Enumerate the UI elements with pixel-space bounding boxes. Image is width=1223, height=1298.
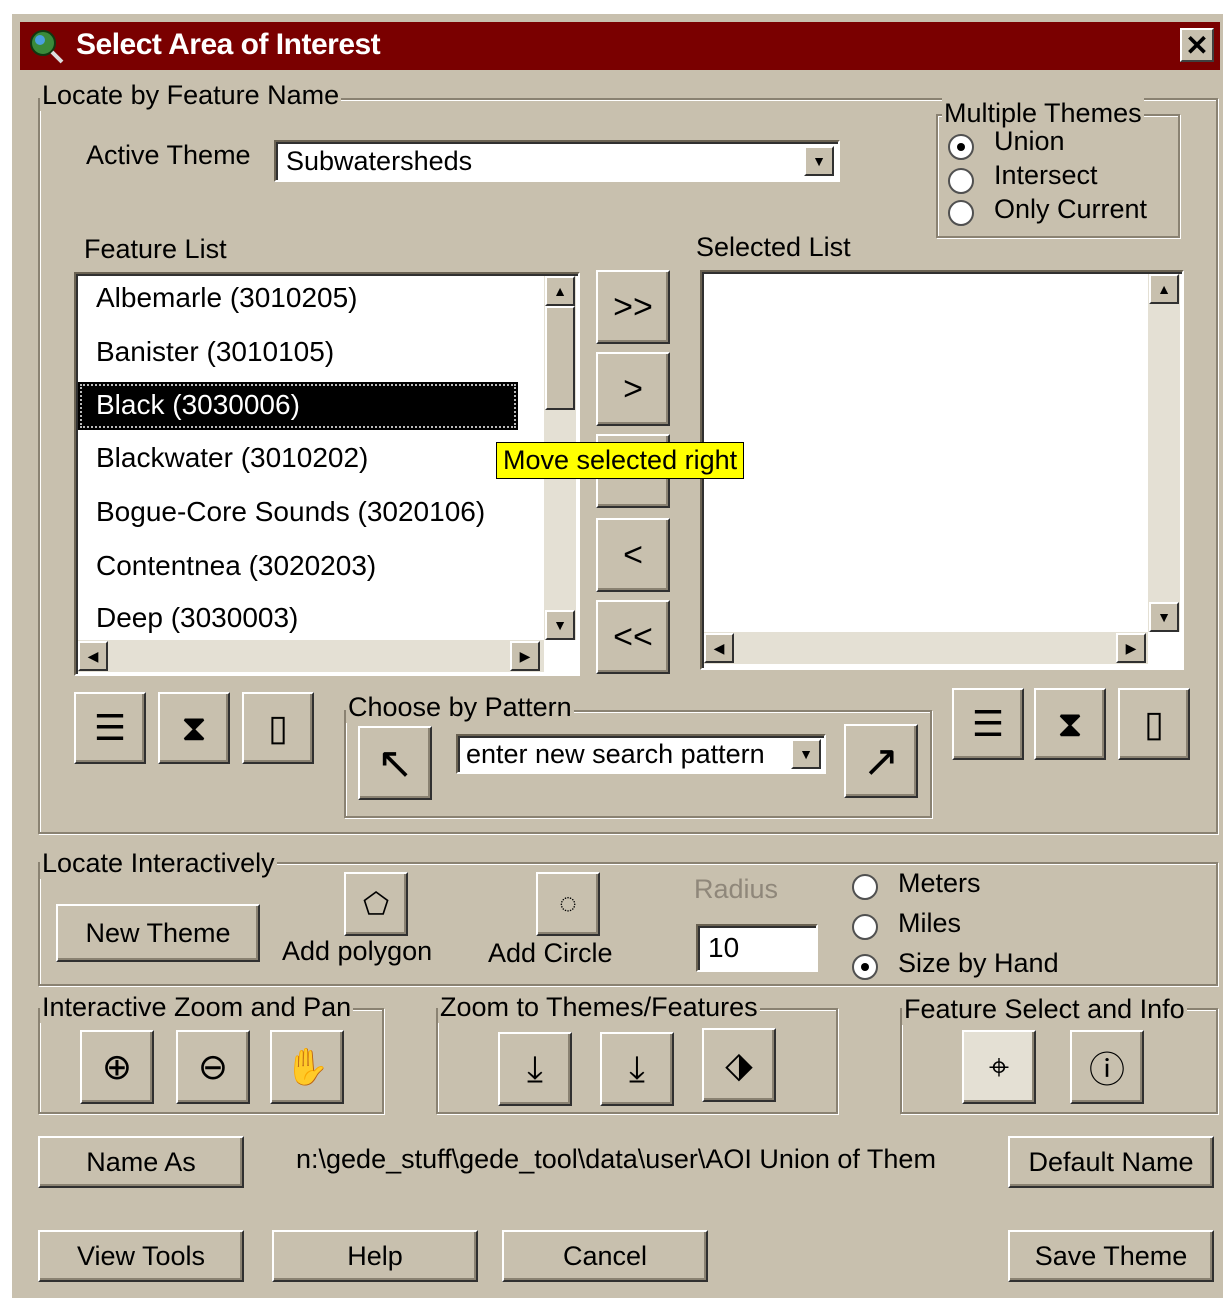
zoom-all-themes-icon[interactable]: ⤓ <box>498 1032 572 1106</box>
cancel-button[interactable]: Cancel <box>502 1230 708 1282</box>
globe-magnifier-icon <box>28 28 64 64</box>
miles-label: Miles <box>898 908 962 938</box>
default-name-button[interactable]: Default Name <box>1008 1136 1214 1188</box>
dialog-window: Select Area of Interest ✕ Locate by Feat… <box>12 14 1223 1298</box>
info-icon[interactable]: ⓘ <box>1070 1030 1144 1104</box>
list-item[interactable]: Albemarle (3010205) <box>96 282 358 314</box>
select-all-selected-icon[interactable]: ☰ <box>952 688 1024 760</box>
tooltip: Move selected right <box>496 442 745 479</box>
selected-list-hscroll[interactable]: ◀ ▶ <box>704 632 1148 664</box>
miles-radio[interactable] <box>852 914 878 940</box>
selected-list-vscroll[interactable]: ▲ ▼ <box>1148 274 1180 632</box>
name-as-button[interactable]: Name As <box>38 1136 244 1188</box>
move-right-button[interactable]: > <box>596 352 670 426</box>
scroll-left-icon[interactable]: ◀ <box>704 633 734 663</box>
active-theme-label: Active Theme <box>86 140 251 170</box>
feature-list-label: Feature List <box>84 234 227 264</box>
size-by-hand-radio[interactable] <box>852 954 878 980</box>
intersect-label: Intersect <box>994 160 1098 190</box>
add-circle-label: Add Circle <box>488 938 613 968</box>
active-theme-value: Subwatersheds <box>286 146 473 176</box>
view-tools-button[interactable]: View Tools <box>38 1230 244 1282</box>
choose-by-pattern-title: Choose by Pattern <box>346 692 574 723</box>
intersect-radio[interactable] <box>948 168 974 194</box>
circle-icon[interactable]: ◌ <box>536 872 600 936</box>
zoom-pan-title: Interactive Zoom and Pan <box>40 992 354 1023</box>
selected-list[interactable]: ▲ ▼ ◀ ▶ <box>700 270 1184 670</box>
polygon-icon[interactable]: ⬠ <box>344 872 408 936</box>
meters-radio[interactable] <box>852 874 878 900</box>
radius-label: Radius <box>694 874 779 904</box>
pattern-move-up-left-icon[interactable]: ↖ <box>358 726 432 800</box>
zoom-out-icon[interactable]: ⊖ <box>176 1030 250 1104</box>
size-by-hand-label: Size by Hand <box>898 948 1059 978</box>
list-item[interactable]: Contentnea (3020203) <box>96 550 376 582</box>
move-all-left-button[interactable]: << <box>596 600 670 674</box>
only-current-label: Only Current <box>994 194 1148 224</box>
chevron-down-icon[interactable]: ▼ <box>804 146 834 176</box>
zoom-in-icon[interactable]: ⊕ <box>80 1030 154 1104</box>
window-title: Select Area of Interest <box>76 28 381 61</box>
scroll-down-icon[interactable]: ▼ <box>545 610 575 640</box>
invert-selected-icon[interactable]: ⧗ <box>1034 688 1106 760</box>
clear-selected-icon[interactable]: ▯ <box>1118 688 1190 760</box>
scroll-right-icon[interactable]: ▶ <box>1116 633 1146 663</box>
output-path: n:\gede_stuff\gede_tool\data\user\AOI Un… <box>296 1144 936 1174</box>
list-item[interactable]: Banister (3010105) <box>96 336 334 368</box>
move-all-right-button[interactable]: >> <box>596 270 670 344</box>
list-item[interactable]: Blackwater (3010202) <box>96 442 368 474</box>
invert-selection-icon[interactable]: ⧗ <box>158 692 230 764</box>
zoom-active-theme-icon[interactable]: ⤓ <box>600 1032 674 1106</box>
title-bar: Select Area of Interest ✕ <box>20 22 1220 70</box>
scroll-down-icon[interactable]: ▼ <box>1149 602 1179 632</box>
chevron-down-icon[interactable]: ▼ <box>791 739 821 769</box>
multiple-themes-title: Multiple Themes <box>942 98 1144 129</box>
locate-by-feature-title: Locate by Feature Name <box>40 80 342 111</box>
list-item[interactable]: Deep (3030003) <box>96 602 298 634</box>
scroll-thumb[interactable] <box>545 306 575 410</box>
list-item[interactable]: Bogue-Core Sounds (3020106) <box>96 496 485 528</box>
only-current-radio[interactable] <box>948 200 974 226</box>
save-theme-button[interactable]: Save Theme <box>1008 1230 1214 1282</box>
close-button[interactable]: ✕ <box>1180 28 1214 62</box>
active-theme-select[interactable]: Subwatersheds ▼ <box>274 140 840 182</box>
meters-label: Meters <box>898 868 981 898</box>
move-left-button[interactable]: < <box>596 518 670 592</box>
selected-list-item[interactable]: Black (3030006) <box>78 382 518 430</box>
scroll-right-icon[interactable]: ▶ <box>510 641 540 671</box>
scroll-left-icon[interactable]: ◀ <box>78 641 108 671</box>
feature-list-hscroll[interactable]: ◀ ▶ <box>78 640 544 672</box>
pattern-placeholder: enter new search pattern <box>466 739 765 769</box>
selected-list-label: Selected List <box>696 232 851 262</box>
new-theme-button[interactable]: New Theme <box>56 904 260 962</box>
radius-value: 10 <box>708 932 740 963</box>
pan-hand-icon[interactable]: ✋ <box>270 1030 344 1104</box>
feature-select-title: Feature Select and Info <box>902 994 1187 1025</box>
help-button[interactable]: Help <box>272 1230 478 1282</box>
zoom-themes-title: Zoom to Themes/Features <box>438 992 760 1023</box>
locate-interactively-title: Locate Interactively <box>40 848 277 879</box>
select-feature-icon[interactable]: ⌖ <box>962 1030 1036 1104</box>
zoom-selected-features-icon[interactable]: ⬗ <box>702 1028 776 1102</box>
add-polygon-label: Add polygon <box>282 936 433 966</box>
pattern-move-up-right-icon[interactable]: ↗ <box>844 724 918 798</box>
scroll-up-icon[interactable]: ▲ <box>1149 274 1179 304</box>
selected-list-item-label: Black (3030006) <box>96 389 300 420</box>
pattern-input[interactable]: enter new search pattern ▼ <box>456 734 826 774</box>
union-radio[interactable] <box>948 134 974 160</box>
clear-selection-icon[interactable]: ▯ <box>242 692 314 764</box>
union-label: Union <box>994 126 1065 156</box>
scroll-up-icon[interactable]: ▲ <box>545 276 575 306</box>
radius-input[interactable]: 10 <box>696 924 818 972</box>
select-all-list-icon[interactable]: ☰ <box>74 692 146 764</box>
